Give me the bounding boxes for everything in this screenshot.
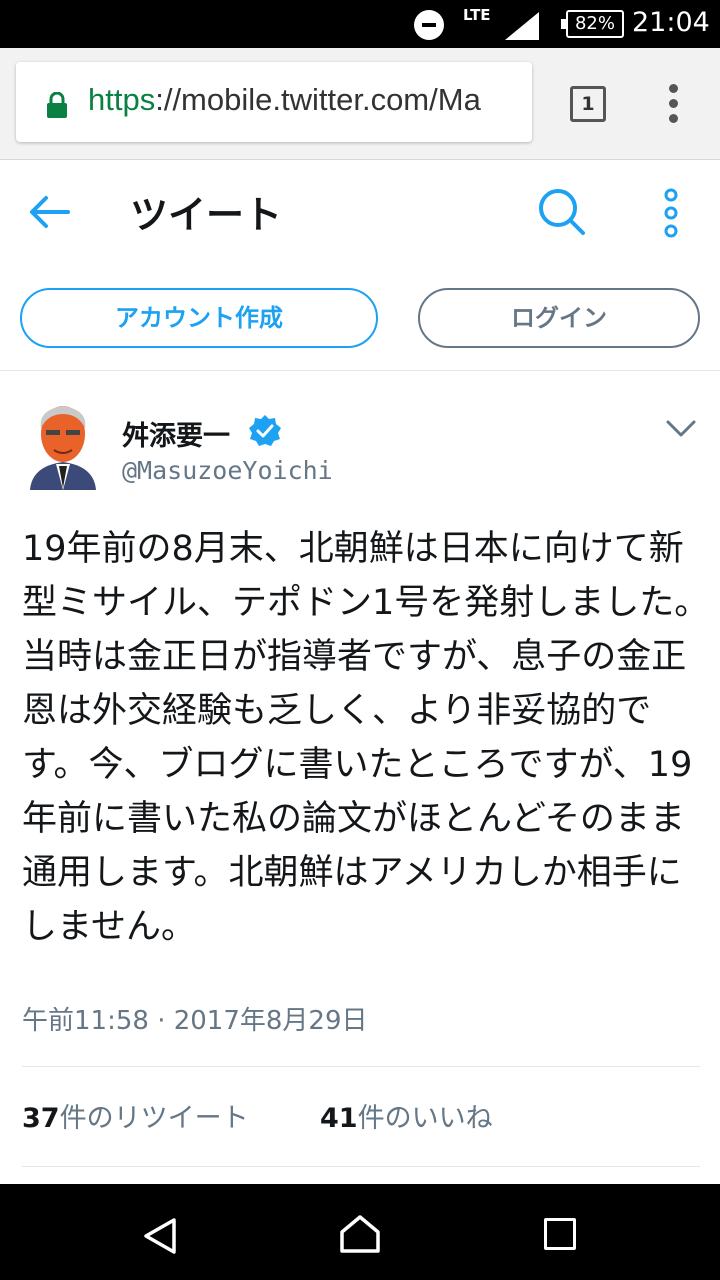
retweet-label: 件のリツイート	[59, 1103, 249, 1134]
verified-badge-icon	[249, 415, 281, 446]
divider	[22, 1066, 700, 1067]
network-type: LTE	[463, 6, 491, 24]
nav-back-icon[interactable]	[140, 1216, 180, 1256]
clock: 21:04	[632, 7, 710, 38]
tab-switcher-button[interactable]: 1	[570, 86, 606, 122]
do-not-disturb-icon	[414, 10, 444, 40]
tweet-timestamp[interactable]: 午前11:58 · 2017年8月29日	[22, 1000, 368, 1037]
author-handle[interactable]: @MasuzoeYoichi	[122, 456, 333, 485]
tweet-text: 19年前の8月末、北朝鮮は日本に向けて新型ミサイル、テポドン1号を発射しました。…	[22, 529, 710, 947]
status-bar: LTE 82% 21:04	[0, 0, 720, 48]
divider	[22, 1166, 700, 1167]
nav-recents-icon[interactable]	[544, 1218, 576, 1250]
avatar[interactable]	[28, 400, 98, 490]
address-bar[interactable]: https://mobile.twitter.com/Ma	[16, 62, 532, 142]
chevron-down-icon[interactable]	[666, 420, 696, 438]
battery-indicator: 82%	[561, 10, 624, 38]
url-fade	[492, 62, 532, 142]
url-rest: ://mobile.twitter.com/Ma	[155, 82, 481, 117]
browser-toolbar: https://mobile.twitter.com/Ma 1	[0, 48, 720, 160]
search-icon[interactable]	[536, 186, 588, 238]
android-nav-bar	[0, 1184, 720, 1280]
signal-icon	[505, 12, 539, 40]
browser-menu-icon[interactable]	[664, 84, 684, 124]
like-stat[interactable]: 41件のいいね	[320, 1096, 493, 1135]
like-count: 41	[320, 1103, 358, 1134]
retweet-count: 37	[22, 1103, 60, 1134]
nav-home-icon[interactable]	[338, 1214, 382, 1254]
url-scheme: https	[88, 82, 156, 117]
page-title: ツイート	[130, 193, 283, 237]
url-text: https://mobile.twitter.com/Ma	[88, 82, 481, 118]
like-label: 件のいいね	[357, 1103, 493, 1134]
login-button[interactable]: ログイン	[418, 288, 700, 348]
retweet-stat[interactable]: 37件のリツイート	[22, 1096, 249, 1135]
back-arrow-icon[interactable]	[26, 194, 70, 230]
lock-icon	[47, 92, 67, 118]
signup-button[interactable]: アカウント作成	[20, 288, 378, 348]
author-name[interactable]: 舛添要一	[122, 414, 230, 453]
more-options-icon[interactable]	[660, 188, 682, 238]
